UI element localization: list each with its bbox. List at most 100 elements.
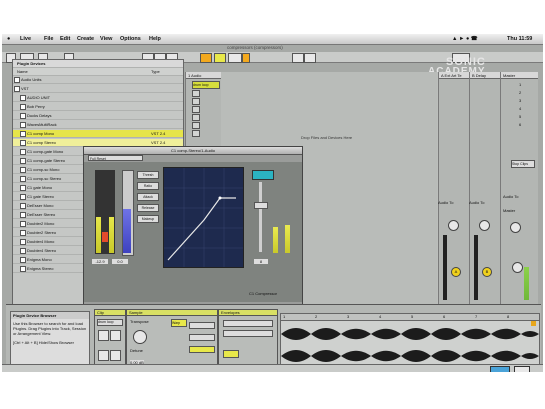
- browser-row[interactable]: Bob Perry: [13, 103, 183, 111]
- master-slot-6[interactable]: 6: [519, 122, 521, 127]
- browser-row-label: WavesMultiRack: [27, 122, 57, 127]
- menu-app[interactable]: Live: [20, 36, 31, 42]
- loop-end-marker[interactable]: [531, 321, 536, 326]
- window-title: compressors (compressors): [227, 45, 283, 50]
- browser-row-label: C1 comp Mono: [27, 131, 55, 136]
- pan-knob-master[interactable]: [510, 222, 521, 233]
- key-map-button[interactable]: [292, 53, 304, 63]
- return-a-activator[interactable]: A: [451, 267, 461, 277]
- thresh-button[interactable]: Thresh: [137, 171, 159, 179]
- sample-editor[interactable]: 1 2 3 4 5 6 7 8: [280, 313, 540, 370]
- browser-row[interactable]: VST: [13, 85, 183, 93]
- warp-mode-menu[interactable]: [189, 322, 215, 329]
- return-b-header[interactable]: B Delay: [470, 72, 500, 79]
- apple-icon[interactable]: ●: [7, 36, 10, 42]
- transpose-knob[interactable]: [133, 330, 147, 344]
- plugin-footer-label: C1 Compressor: [249, 291, 278, 296]
- clip-slot-stop-button[interactable]: [192, 122, 200, 129]
- return-a-header[interactable]: A Ext Art Te: [439, 72, 469, 79]
- clip-slot-stop-button[interactable]: [192, 130, 200, 137]
- browser-row[interactable]: AUDIO UNIT: [13, 94, 183, 102]
- fader-track-a[interactable]: [443, 235, 447, 300]
- return-b-activator[interactable]: B: [482, 267, 492, 277]
- envelope-link-button[interactable]: [223, 350, 239, 358]
- plugin-icon: [20, 194, 26, 200]
- loop-start-field[interactable]: [228, 53, 242, 63]
- menu-edit[interactable]: Edit: [60, 36, 70, 42]
- browser-row-label: Doubler2 Mono: [27, 221, 55, 226]
- browser-row[interactable]: Audio Units: [13, 76, 183, 84]
- detail-view-toggle[interactable]: [514, 366, 530, 372]
- punch-button[interactable]: [242, 53, 250, 63]
- browser-row-label: Doubler2 Stereo: [27, 230, 57, 235]
- track-audio-header[interactable]: 1 Audio: [186, 72, 221, 79]
- makeup-button[interactable]: Makeup: [137, 215, 159, 223]
- master-slot-1[interactable]: 1: [519, 82, 521, 87]
- output-display: [252, 170, 274, 180]
- fader-track-b[interactable]: [474, 235, 478, 300]
- browser-row[interactable]: C1 comp Mono VST 2.4: [13, 130, 183, 138]
- warp-button[interactable]: Warp: [171, 319, 187, 327]
- master-slot-5[interactable]: 5: [519, 114, 521, 119]
- transfer-curve-graph[interactable]: [163, 167, 244, 268]
- envelope-device-menu[interactable]: [223, 320, 273, 327]
- envelope-control-menu[interactable]: [223, 330, 273, 337]
- draw-mode-button[interactable]: [200, 53, 212, 63]
- drop-hint: Drop Files and Devices Here: [301, 135, 353, 140]
- browser-row-label: C1 comp-gate Stereo: [27, 158, 66, 163]
- track-view-toggle[interactable]: [490, 366, 510, 372]
- browser-row-type: VST 2.4: [151, 131, 166, 136]
- return-b-audio-to: Audio To: [469, 200, 485, 205]
- threshold-marker[interactable]: [102, 232, 108, 242]
- clip-slot-stop-button[interactable]: [192, 114, 200, 121]
- menu-file[interactable]: File: [44, 36, 53, 42]
- menu-help[interactable]: Help: [149, 36, 161, 42]
- threshold-value: -12.9: [92, 259, 108, 264]
- menu-view[interactable]: View: [100, 36, 112, 42]
- clip-name-field[interactable]: drum loop: [97, 319, 123, 326]
- master-header[interactable]: Master: [501, 72, 538, 79]
- audio-clip[interactable]: drum loop: [192, 81, 220, 89]
- cue-volume-knob[interactable]: [512, 262, 523, 273]
- attack-button[interactable]: Attack: [137, 193, 159, 201]
- menu-create[interactable]: Create: [77, 36, 94, 42]
- preset-menu[interactable]: Full Reset: [88, 155, 143, 161]
- clip-quantize-button[interactable]: [110, 350, 121, 361]
- master-audio-to: Audio To: [503, 194, 519, 199]
- master-slot-4[interactable]: 4: [519, 106, 521, 111]
- loop-button[interactable]: [214, 53, 226, 63]
- clip-nudge-button[interactable]: [98, 350, 109, 361]
- plugin-icon: [20, 203, 26, 209]
- clip-loop-button[interactable]: [110, 330, 121, 341]
- clip-slot-stop-button[interactable]: [192, 98, 200, 105]
- hi-q-button[interactable]: [189, 346, 215, 353]
- ruler-tick-label: 6: [443, 314, 446, 319]
- seg-bpm-field[interactable]: [189, 334, 215, 341]
- browser-header: Name Type: [13, 68, 183, 76]
- output-fader-handle[interactable]: [254, 202, 268, 209]
- master-label: Master: [503, 208, 516, 213]
- ratio-button[interactable]: Ratio: [137, 182, 159, 190]
- clip-slot-stop-button[interactable]: [192, 90, 200, 97]
- info-text: Use this Browser to search for and load …: [13, 321, 87, 336]
- browser-row-label: Enigma Stereo: [27, 266, 54, 271]
- clip-launch-button[interactable]: [98, 330, 109, 341]
- pan-knob-a[interactable]: [448, 220, 459, 231]
- detail-view: Plugin Device Browser Use this Browser t…: [6, 304, 541, 372]
- plugin-title[interactable]: C1 comp-Stereo/1-Audio: [84, 147, 302, 155]
- master-slot-2[interactable]: 2: [519, 90, 521, 95]
- browser-row[interactable]: Ducks Delays: [13, 112, 183, 120]
- waveform-right: [281, 350, 539, 362]
- sample-panel-title: Sample: [127, 310, 217, 316]
- menu-options[interactable]: Options: [120, 36, 141, 42]
- browser-row[interactable]: WavesMultiRack: [13, 121, 183, 129]
- return-a-audio-to: Audio To: [438, 200, 454, 205]
- stop-all-clips-button[interactable]: Stop Clips: [511, 160, 535, 168]
- midi-map-button[interactable]: [304, 53, 316, 63]
- ruler[interactable]: [281, 314, 539, 321]
- clip-slot-stop-button[interactable]: [192, 106, 200, 113]
- master-slot-3[interactable]: 3: [519, 98, 521, 103]
- folder-icon: [20, 95, 26, 101]
- release-button[interactable]: Release: [137, 204, 159, 212]
- pan-knob-b[interactable]: [479, 220, 490, 231]
